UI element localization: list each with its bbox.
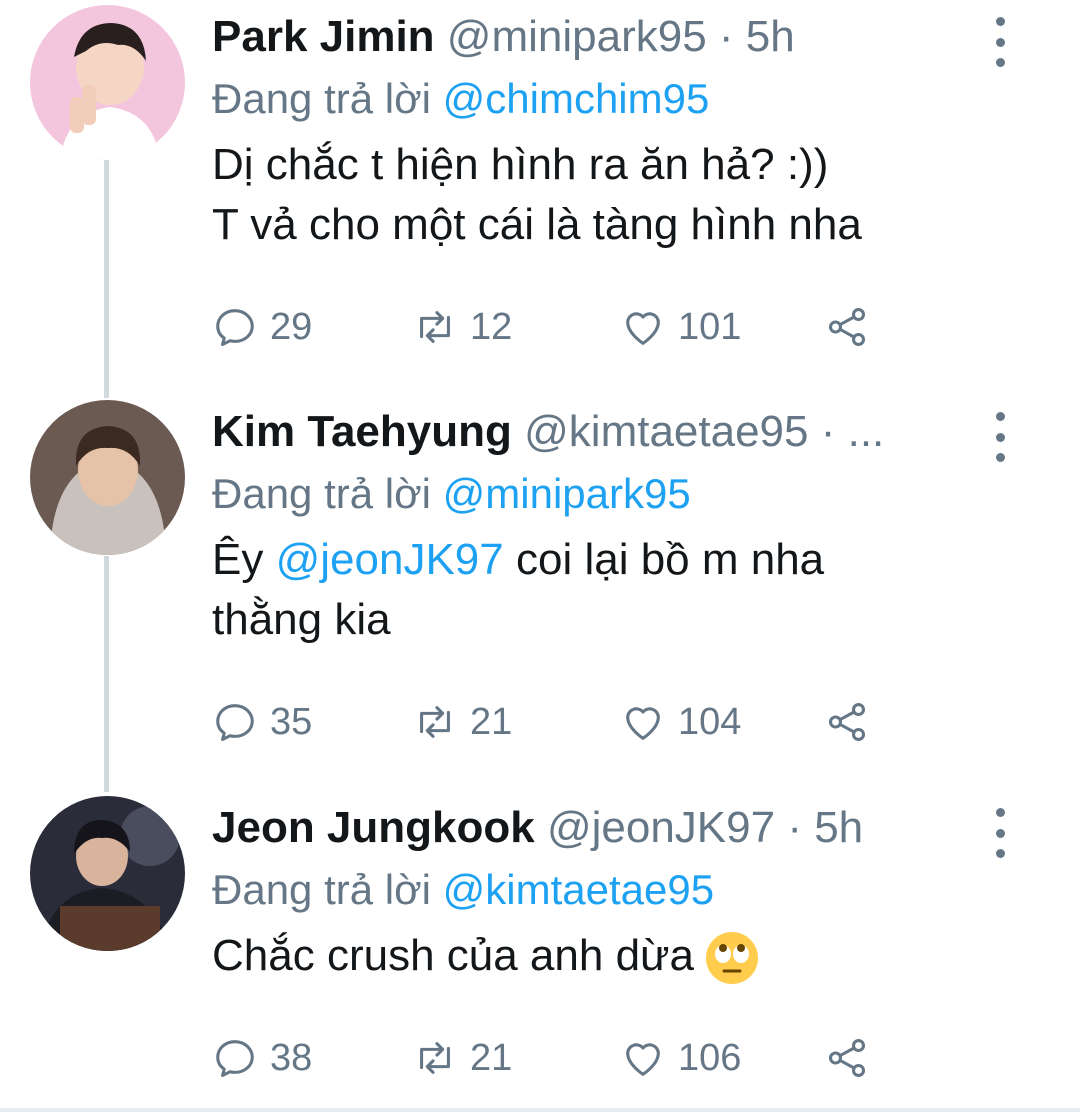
heart-icon — [626, 707, 660, 740]
tweet-actions: 35 21 104 — [212, 692, 912, 752]
handle-and-time: @minipark95 · 5h — [446, 12, 795, 61]
retweet-count: 12 — [470, 305, 513, 348]
replying-to-label: Đang trả lời — [212, 75, 431, 122]
tweet-text: Dị chắc t hiện hình ra ăn hả? :)) T vả c… — [212, 135, 1002, 255]
reply-icon — [216, 1040, 254, 1077]
reply-button[interactable]: 35 — [212, 692, 312, 752]
retweet-icon — [420, 1042, 450, 1074]
tweet-text-line: Dị chắc t hiện hình ra ăn hả? :)) — [212, 140, 829, 189]
like-button[interactable]: 101 — [620, 297, 741, 357]
reply-button[interactable]: 38 — [212, 1028, 312, 1088]
tweet-thread: Park Jimin @minipark95 · 5h Đang trả lời… — [0, 0, 1080, 1112]
tweet-text-segment: Êy — [212, 535, 264, 584]
like-button[interactable]: 106 — [620, 1028, 741, 1088]
replying-to-mention[interactable]: @minipark95 — [443, 470, 691, 517]
share-icon — [828, 1039, 866, 1077]
more-vertical-icon[interactable] — [985, 412, 1015, 462]
display-name[interactable]: Jeon Jungkook — [212, 803, 535, 852]
thread-connector-line — [104, 160, 109, 398]
share-button[interactable] — [824, 297, 882, 357]
reply-icon — [216, 704, 254, 741]
share-button[interactable] — [824, 1028, 882, 1088]
replying-to-label: Đang trả lời — [212, 470, 431, 517]
tweet-text-segment: coi lại bồ m nha — [515, 535, 825, 584]
retweet-icon — [420, 311, 450, 343]
replying-to-label: Đang trả lời — [212, 866, 431, 913]
tweet-text-segment: Chắc crush của anh dừa — [212, 931, 694, 980]
retweet-button[interactable]: 21 — [412, 1028, 512, 1088]
more-vertical-icon[interactable] — [985, 808, 1015, 858]
display-name[interactable]: Park Jimin — [212, 12, 435, 61]
retweet-button[interactable]: 21 — [412, 692, 512, 752]
heart-icon — [626, 1043, 660, 1076]
like-count: 104 — [678, 700, 742, 743]
replying-to-mention[interactable]: @chimchim95 — [443, 75, 710, 122]
handle-and-time: @kimtaetae95 · ... — [524, 407, 885, 456]
reply-icon — [216, 309, 254, 346]
retweet-count: 21 — [470, 700, 513, 743]
tweet-text-line: Êy @jeonJK97 coi lại bồ m nha — [212, 530, 1002, 590]
like-button[interactable]: 104 — [620, 692, 741, 752]
tweet-actions: 38 21 106 — [212, 1028, 912, 1088]
tweet-mention[interactable]: @jeonJK97 — [276, 535, 504, 584]
divider — [0, 1108, 1080, 1112]
avatar-jeon-jungkook[interactable] — [30, 796, 185, 951]
reply-count: 35 — [270, 700, 313, 743]
avatar-park-jimin[interactable] — [30, 5, 185, 160]
tweet-text-line: Chắc crush của anh dừa — [212, 926, 1002, 986]
more-vertical-icon[interactable] — [985, 17, 1015, 67]
share-button[interactable] — [824, 692, 882, 752]
reply-count: 29 — [270, 305, 313, 348]
replying-to-mention[interactable]: @kimtaetae95 — [443, 866, 714, 913]
retweet-icon — [420, 706, 450, 738]
avatar-kim-taehyung[interactable] — [30, 400, 185, 555]
handle-and-time: @jeonJK97 · 5h — [546, 803, 864, 852]
reply-button[interactable]: 29 — [212, 297, 312, 357]
tweet-actions: 29 12 101 — [212, 297, 912, 357]
like-count: 106 — [678, 1036, 742, 1079]
reply-count: 38 — [270, 1036, 313, 1079]
tweet-text: Chắc crush của anh dừa — [212, 926, 1002, 986]
face-with-rolling-eyes-icon — [704, 930, 760, 986]
like-count: 101 — [678, 305, 742, 348]
display-name[interactable]: Kim Taehyung — [212, 407, 512, 456]
tweet-text-line: T vả cho một cái là tàng hình nha — [212, 200, 862, 249]
tweet-text: Êy @jeonJK97 coi lại bồ m nha thằng kia — [212, 530, 1002, 650]
tweet-text-line: thằng kia — [212, 595, 391, 644]
share-icon — [828, 703, 866, 741]
thread-connector-line — [104, 556, 109, 792]
share-icon — [828, 308, 866, 346]
retweet-button[interactable]: 12 — [412, 297, 512, 357]
heart-icon — [626, 312, 660, 345]
retweet-count: 21 — [470, 1036, 513, 1079]
